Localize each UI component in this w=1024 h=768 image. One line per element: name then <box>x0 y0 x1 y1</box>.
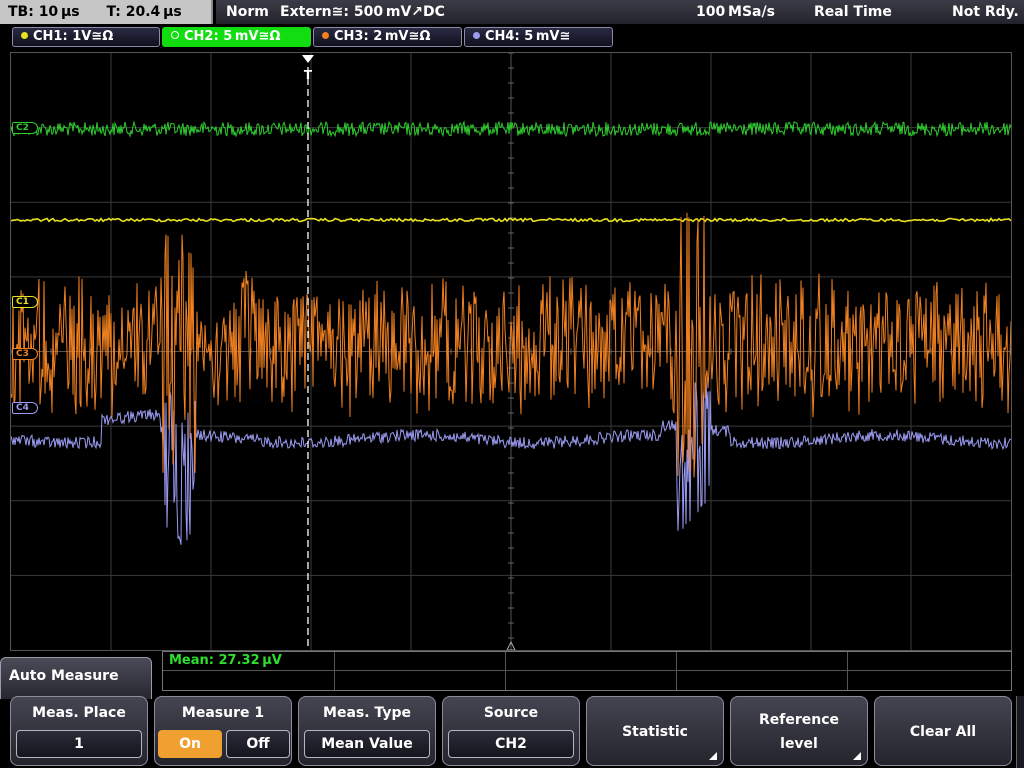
waveform-display[interactable]: T C2 C1 C3 C4 <box>10 52 1012 651</box>
menu-title: Auto Measure <box>0 657 152 699</box>
channel-tab-label: CH3: 2 mV≅Ω <box>334 29 431 44</box>
menu-scroll-edge <box>1016 696 1024 768</box>
submenu-indicator-icon <box>709 752 717 760</box>
measure-on-button[interactable]: On <box>158 730 222 758</box>
ch3-color-icon <box>322 32 329 39</box>
channel-tab-ch3[interactable]: CH3: 2 mV≅Ω <box>313 27 462 47</box>
channel-bar: CH1: 1V≅Ω CH2: 5 mV≅Ω CH3: 2 mV≅Ω CH4: 5… <box>0 24 1024 50</box>
measurement-divider <box>163 670 1011 671</box>
ch4-offset-marker[interactable]: C4 <box>12 402 38 414</box>
ch2-color-icon <box>171 31 179 39</box>
ch3-offset-marker[interactable]: C3 <box>12 348 38 360</box>
source-softkey[interactable]: Source CH2 <box>442 696 580 766</box>
meas-type-value[interactable]: Mean Value <box>304 730 430 758</box>
ch4-color-icon <box>473 32 480 39</box>
ch2-offset-marker[interactable]: C2 <box>12 122 38 134</box>
measure-off-button[interactable]: Off <box>226 730 290 758</box>
meas-place-softkey[interactable]: Meas. Place 1 <box>10 696 148 766</box>
measure-1-softkey[interactable]: Measure 1 On Off <box>154 696 292 766</box>
channel-tab-label: CH4: 5 mV≅ <box>485 29 571 44</box>
ch1-offset-marker[interactable]: C1 <box>12 296 38 308</box>
channel-tab-ch2[interactable]: CH2: 5 mV≅Ω <box>162 27 311 47</box>
trigger-marker-label: T <box>304 68 313 82</box>
reference-level-softkey[interactable]: Reference level <box>730 696 868 766</box>
trigger-source: Extern≅: 500 mV↗DC <box>280 4 445 20</box>
measurement-divider <box>676 652 677 690</box>
softkey-label: Source <box>483 705 539 721</box>
softkey-label: Clear All <box>909 724 977 740</box>
timebase-readout: TB: 10 µs <box>8 4 80 20</box>
acquisition-state: Not Rdy. <box>952 4 1019 20</box>
trigger-position-marker[interactable]: T <box>11 53 1011 650</box>
ch1-color-icon <box>21 32 28 39</box>
meas-type-softkey[interactable]: Meas. Type Mean Value <box>298 696 436 766</box>
acquisition-mode: Real Time <box>814 4 892 20</box>
measurement-divider <box>334 652 335 690</box>
clear-all-softkey[interactable]: Clear All <box>874 696 1012 766</box>
channel-tab-label: CH1: 1V≅Ω <box>33 29 114 44</box>
acquisition-panel[interactable]: Norm Extern≅: 500 mV↗DC 100 MSa/s Real T… <box>216 0 1024 24</box>
trigger-time-readout: T: 20.4 µs <box>106 4 182 20</box>
softkey-label: Measure 1 <box>181 705 265 721</box>
measurement-divider <box>505 652 506 690</box>
measurement-panel: Mean: 27.32 µV <box>162 651 1012 691</box>
status-bar: TB: 10 µs T: 20.4 µs Norm Extern≅: 500 m… <box>0 0 1024 24</box>
softkey-label: Reference <box>758 712 840 728</box>
trigger-arrow-icon <box>302 55 314 63</box>
statistic-softkey[interactable]: Statistic <box>586 696 724 766</box>
source-value[interactable]: CH2 <box>448 730 574 758</box>
sample-rate: 100 MSa/s <box>696 4 775 20</box>
submenu-indicator-icon <box>853 752 861 760</box>
center-marker-icon <box>506 640 516 650</box>
channel-tab-ch4[interactable]: CH4: 5 mV≅ <box>464 27 613 47</box>
channel-tab-label: CH2: 5 mV≅Ω <box>184 29 281 44</box>
softkey-label: Statistic <box>622 724 688 740</box>
softkey-label: level <box>780 736 818 752</box>
softkey-label: Meas. Type <box>323 705 411 721</box>
measurement-divider <box>847 652 848 690</box>
softkey-label: Meas. Place <box>32 705 126 721</box>
timebase-panel[interactable]: TB: 10 µs T: 20.4 µs <box>0 0 213 24</box>
trigger-mode: Norm <box>226 4 269 20</box>
measurement-result: Mean: 27.32 µV <box>169 653 282 668</box>
meas-place-value[interactable]: 1 <box>16 730 142 758</box>
channel-tab-ch1[interactable]: CH1: 1V≅Ω <box>12 27 160 47</box>
